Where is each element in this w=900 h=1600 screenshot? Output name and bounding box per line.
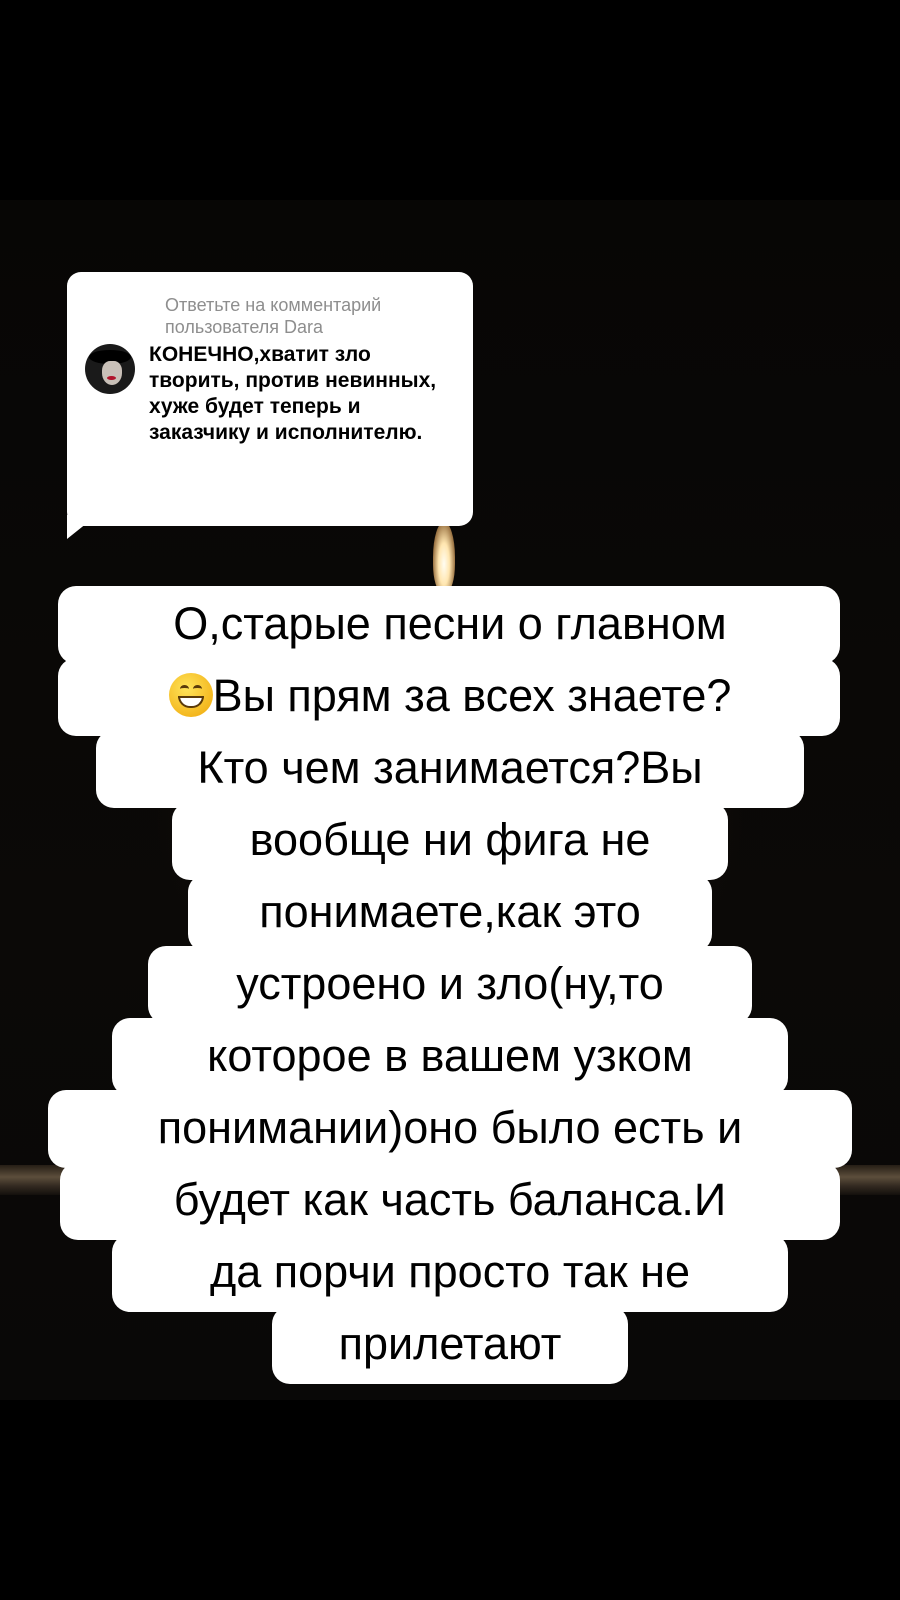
avatar-face-icon: [102, 361, 122, 385]
caption-line-text: понимании)оно было есть и: [157, 1102, 743, 1153]
avatar-lips-icon: [107, 376, 116, 380]
caption-line: Вы прям за всех знаете?: [0, 658, 900, 736]
caption-line: устроено и зло(ну,то: [0, 946, 900, 1024]
caption-line: понимании)оно было есть и: [0, 1090, 900, 1168]
caption-line: понимаете,как это: [0, 874, 900, 952]
caption-line: да порчи просто так не: [0, 1234, 900, 1312]
reply-comment-row: КОНЕЧНО,хватит зло творить, против невин…: [85, 342, 455, 446]
caption-line-text: будет как часть баланса.И: [173, 1174, 727, 1225]
caption-line: Кто чем занимается?Вы: [0, 730, 900, 808]
caption-line-text: прилетают: [338, 1318, 562, 1369]
caption-line-text: устроено и зло(ну,то: [236, 958, 664, 1009]
reply-card-tail: [67, 515, 97, 539]
caption-line: О,старые песни о главном: [0, 586, 900, 664]
reply-comment-text: КОНЕЧНО,хватит зло творить, против невин…: [149, 343, 437, 444]
caption-line: прилетают: [0, 1306, 900, 1384]
reply-header: Ответьте на комментарий пользователя Dar…: [165, 295, 382, 337]
avatar: [85, 344, 135, 394]
caption-line: вообще ни фига не: [0, 802, 900, 880]
candle-flame-icon: [433, 522, 455, 592]
story-frame: Ответьте на комментарий пользователя Dar…: [0, 0, 900, 1600]
caption-line-text: которое в вашем узком: [207, 1030, 693, 1081]
reply-comment-card[interactable]: Ответьте на комментарий пользователя Dar…: [67, 272, 473, 526]
caption-text-block: О,старые песни о главном Вы прям за всех…: [0, 586, 900, 1384]
caption-line: будет как часть баланса.И: [0, 1162, 900, 1240]
caption-line-text: понимаете,как это: [259, 886, 641, 937]
caption-line-text: О,старые песни о главном: [173, 598, 727, 649]
caption-line-text: Кто чем занимается?Вы: [197, 742, 703, 793]
caption-line-text: вообще ни фига не: [249, 814, 651, 865]
caption-line-text: Вы прям за всех знаете?: [212, 670, 732, 721]
caption-line: которое в вашем узком: [0, 1018, 900, 1096]
caption-line-text: да порчи просто так не: [209, 1246, 691, 1297]
grinning-face-icon: [168, 673, 213, 717]
caption-line-with-emoji: Вы прям за всех знаете?: [168, 670, 732, 721]
